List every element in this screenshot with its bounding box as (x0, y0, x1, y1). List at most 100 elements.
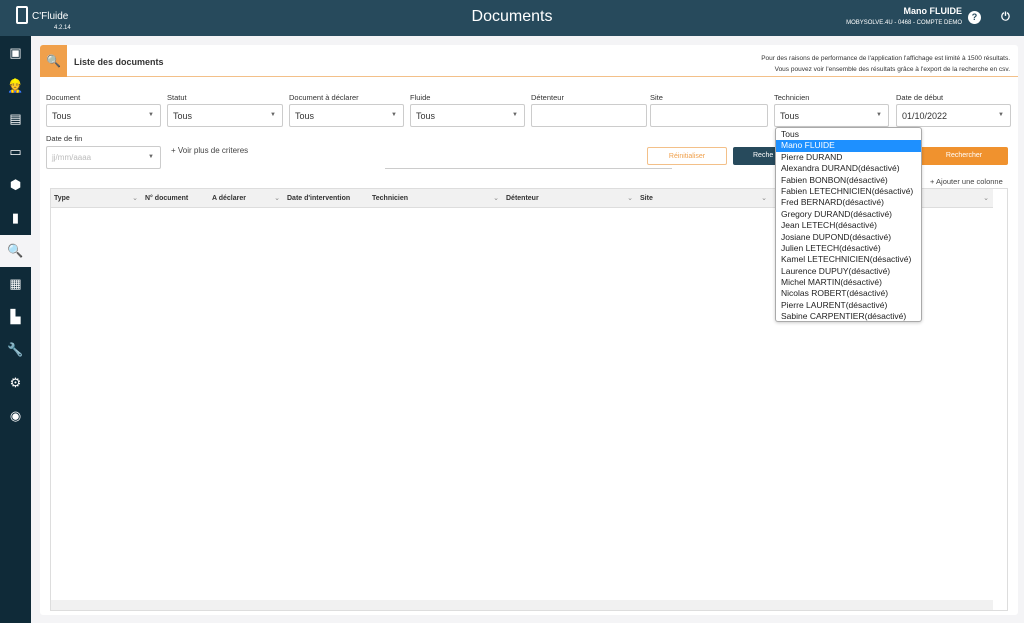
store-icon[interactable]: ▤ (0, 103, 31, 135)
chevron-down-icon[interactable]: ⌄ (493, 189, 499, 208)
dropdown-option[interactable]: Laurence DUPUY(désactivé) (776, 266, 921, 277)
dropdown-option[interactable]: Kamel LETECHNICIEN(désactivé) (776, 254, 921, 265)
a-declarer-value: Tous (295, 111, 315, 121)
user-info: Mano FLUIDE MOBYSOLVE.4U - 0468 - COMPTE… (846, 6, 962, 26)
box-icon[interactable]: ⬢ (0, 169, 31, 201)
date-debut-label: Date de début (896, 93, 944, 102)
date-debut-input[interactable]: 01/10/2022 ▼ (896, 104, 1011, 127)
statut-label: Statut (167, 93, 187, 102)
column-header[interactable]: Site ⌄ (637, 189, 771, 208)
chevron-down-icon[interactable]: ⌄ (274, 189, 280, 208)
caret-down-icon: ▼ (876, 112, 882, 118)
divider (385, 168, 672, 169)
power-icon[interactable]: ⏻ (999, 11, 1012, 24)
search-button[interactable]: Rechercher (920, 147, 1008, 165)
date-fin-placeholder: jj/mm/aaaa (52, 153, 92, 162)
document-label: Document (46, 93, 81, 102)
date-fin-label: Date de fin (46, 134, 83, 143)
reset-button[interactable]: Réinitialiser (647, 147, 727, 165)
statut-select[interactable]: Tous ▼ (167, 104, 283, 127)
column-label: A déclarer (212, 195, 246, 202)
dropdown-option[interactable]: Mano FLUIDE (776, 140, 921, 152)
dropdown-option[interactable]: Fred BERNARD(désactivé) (776, 197, 921, 208)
statut-value: Tous (173, 111, 193, 121)
search-icon: 🔍 (40, 45, 67, 77)
dashboard-icon[interactable]: ▣ (0, 37, 31, 69)
chevron-down-icon[interactable]: ⌄ (983, 189, 989, 208)
chevron-down-icon[interactable]: ⌄ (627, 189, 633, 208)
technicien-label: Technicien (774, 93, 810, 102)
column-header[interactable]: Type ⌄ (51, 189, 142, 208)
column-header[interactable]: Technicien ⌄ (369, 189, 503, 208)
site-label: Site (650, 93, 663, 102)
site-input[interactable] (650, 104, 768, 127)
dropdown-option[interactable]: Gregory DURAND(désactivé) (776, 209, 921, 220)
card-header: 🔍 Liste des documents Pour des raisons d… (40, 45, 1018, 77)
date-fin-input[interactable]: jj/mm/aaaa ▼ (46, 146, 161, 169)
column-label: Type (54, 195, 70, 202)
column-header[interactable]: Détenteur ⌄ (503, 189, 637, 208)
fluide-label: Fluide (410, 93, 431, 102)
badge-icon[interactable]: ◉ (0, 400, 31, 432)
column-header[interactable]: N° document (142, 189, 209, 208)
caret-down-icon: ▼ (391, 112, 397, 118)
factory-icon[interactable]: ▙ (0, 301, 31, 333)
dropdown-option[interactable]: Josiane DUPOND(désactivé) (776, 232, 921, 243)
dropdown-option[interactable]: Tous (776, 129, 921, 140)
horizontal-scrollbar[interactable] (51, 600, 993, 610)
gear-icon[interactable]: ⚙ (0, 367, 31, 399)
dropdown-option[interactable]: Jean LETECH(désactivé) (776, 220, 921, 231)
wrench-icon[interactable]: 🔧 (0, 334, 31, 366)
document-select[interactable]: Tous ▼ (46, 104, 161, 127)
chevron-down-icon[interactable]: ⌄ (132, 189, 138, 208)
top-header: C'Fluide 4.2.14 Documents Mano FLUIDE MO… (0, 0, 1024, 36)
money-icon[interactable]: ▭ (0, 136, 31, 168)
caret-down-icon: ▼ (270, 112, 276, 118)
dropdown-option[interactable]: Sabine CARPENTIER(désactivé) (776, 311, 921, 322)
column-label: N° document (145, 195, 189, 202)
a-declarer-select[interactable]: Tous ▼ (289, 104, 404, 127)
column-label: Détenteur (506, 195, 539, 202)
column-label: Site (640, 195, 653, 202)
chevron-down-icon[interactable]: ⌄ (761, 189, 767, 208)
dropdown-option[interactable]: Nicolas ROBERT(désactivé) (776, 288, 921, 299)
dropdown-option[interactable]: Pierre DURAND (776, 152, 921, 163)
note-line: Vous pouvez voir l'ensemble des résultat… (774, 66, 1010, 73)
performance-note: Pour des raisons de performance de l'app… (761, 53, 1010, 75)
caret-down-icon: ▼ (512, 112, 518, 118)
dropdown-option[interactable]: Alexandra DURAND(désactivé) (776, 163, 921, 174)
add-column-link[interactable]: + Ajouter une colonne (930, 177, 1003, 186)
vertical-scrollbar[interactable] (993, 208, 1007, 610)
technician-icon[interactable]: 👷 (0, 70, 31, 102)
dropdown-option[interactable]: Pierre LAURENT(désactivé) (776, 300, 921, 311)
sidebar: ▣ 👷 ▤ ▭ ⬢ ▮ 🔍 ▦ ▙ 🔧 ⚙ ◉ (0, 36, 31, 623)
caret-down-icon: ▼ (148, 112, 154, 118)
more-criteria-link[interactable]: + Voir plus de criteres (171, 146, 248, 155)
column-label: Date d'intervention (287, 195, 351, 202)
technicien-value: Tous (780, 111, 800, 121)
caret-down-icon: ▼ (148, 154, 154, 160)
dropdown-option[interactable]: Michel MARTIN(désactivé) (776, 277, 921, 288)
technicien-dropdown: Tous Mano FLUIDE Pierre DURAND Alexandra DU… (775, 127, 922, 322)
user-name: Mano FLUIDE (903, 6, 963, 16)
dropdown-option[interactable]: Julien LETECH(désactivé) (776, 243, 921, 254)
technicien-select[interactable]: Tous ▼ (774, 104, 889, 127)
date-debut-value: 01/10/2022 (902, 111, 948, 121)
caret-down-icon: ▼ (998, 112, 1004, 118)
note-line: Pour des raisons de performance de l'app… (761, 55, 1010, 62)
company-name: MOBYSOLVE.4U - 0468 - COMPTE DEMO (846, 20, 962, 26)
dropdown-option[interactable]: Fabien LETECHNICIEN(désactivé) (776, 186, 921, 197)
documents-icon[interactable]: ▦ (0, 268, 31, 300)
gas-bottle-icon[interactable]: ▮ (0, 202, 31, 234)
question-icon[interactable]: ? (968, 11, 981, 24)
card-title: Liste des documents (74, 57, 164, 67)
fluide-value: Tous (416, 111, 436, 121)
column-label: Technicien (372, 195, 409, 202)
a-declarer-label: Document à déclarer (289, 93, 359, 102)
fluide-select[interactable]: Tous ▼ (410, 104, 525, 127)
column-header[interactable]: Date d'intervention (284, 189, 369, 208)
dropdown-option[interactable]: Fabien BONBON(désactivé) (776, 175, 921, 186)
search-document-icon[interactable]: 🔍 (0, 235, 31, 267)
detenteur-input[interactable] (531, 104, 647, 127)
column-header[interactable]: A déclarer ⌄ (209, 189, 284, 208)
